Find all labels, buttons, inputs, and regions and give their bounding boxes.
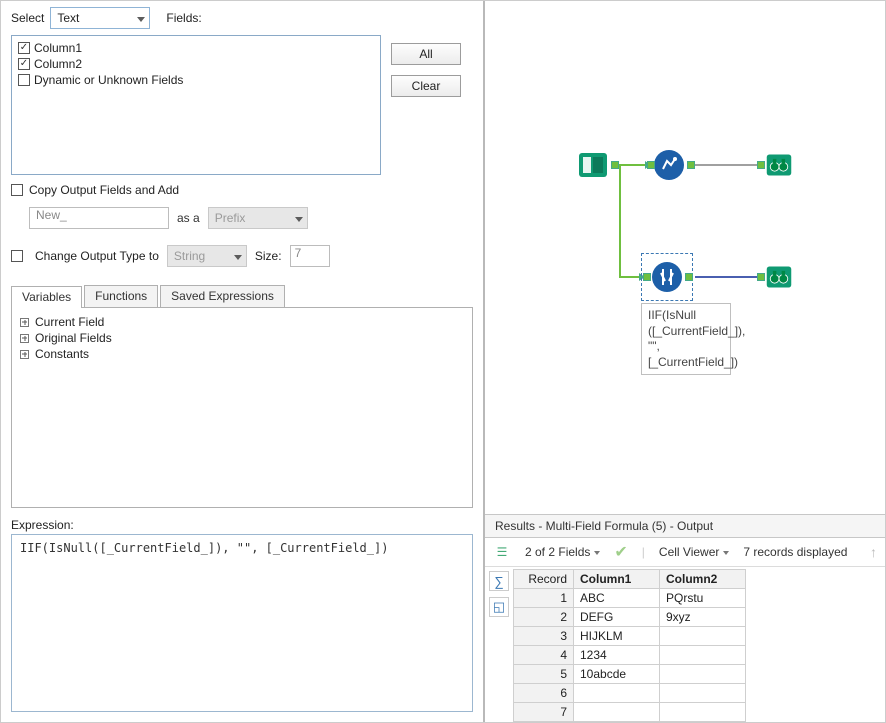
fields-list[interactable]: Column1 Column2 Dynamic or Unknown Field… xyxy=(11,35,381,175)
type-select[interactable]: Text xyxy=(50,7,150,29)
chevron-down-icon xyxy=(723,551,729,555)
output-type-select: String xyxy=(167,245,247,267)
check-icon[interactable]: ✔ xyxy=(614,542,627,562)
tree-node[interactable]: Constants xyxy=(20,346,464,362)
sigma-icon[interactable]: ∑ xyxy=(489,571,509,591)
results-toolbar: ☰ 2 of 2 Fields ✔ | Cell Viewer 7 record… xyxy=(485,538,885,567)
annot-line: [_CurrentField_]) xyxy=(648,355,724,371)
input-tool-icon[interactable] xyxy=(577,149,609,181)
table-row: 6 xyxy=(514,684,746,703)
table-row: 7 xyxy=(514,703,746,722)
expression-tabs: Variables Functions Saved Expressions xyxy=(11,285,473,308)
field-label: Dynamic or Unknown Fields xyxy=(34,73,183,87)
connector-out[interactable] xyxy=(685,273,693,281)
change-type-checkbox[interactable] xyxy=(11,250,23,262)
connection-line xyxy=(619,164,647,166)
clear-button[interactable]: Clear xyxy=(391,75,461,97)
size-label: Size: xyxy=(255,249,282,263)
plus-icon[interactable] xyxy=(20,318,29,327)
select-label: Select xyxy=(11,11,44,25)
tab-variables[interactable]: Variables xyxy=(11,286,82,308)
checkbox-icon[interactable] xyxy=(18,42,30,54)
browse-tool-icon[interactable] xyxy=(763,261,795,293)
table-row: 2DEFG9xyz xyxy=(514,608,746,627)
browse-tool-icon[interactable] xyxy=(763,149,795,181)
tree-node[interactable]: Current Field xyxy=(20,314,464,330)
prefix-text-input[interactable]: New_ xyxy=(29,207,169,229)
connection-line xyxy=(695,164,759,166)
node-annotation: IIF(IsNull ([_CurrentField_]), "", [_Cur… xyxy=(641,303,731,375)
results-grid[interactable]: Record Column1 Column2 1ABCPQrstu 2DEFG9… xyxy=(513,569,746,722)
right-panel: IIF(IsNull ([_CurrentField_]), "", [_Cur… xyxy=(485,1,885,722)
tree-node[interactable]: Original Fields xyxy=(20,330,464,346)
connection-line xyxy=(619,276,641,278)
page-icon[interactable]: ◱ xyxy=(489,597,509,617)
col-column1[interactable]: Column1 xyxy=(574,570,660,589)
prefix-mode-value: Prefix xyxy=(215,211,246,225)
chevron-down-icon xyxy=(234,249,242,263)
field-item[interactable]: Column1 xyxy=(18,40,374,56)
fields-label: Fields: xyxy=(166,11,201,25)
config-panel: Select Text Fields: Column1 Column2 D xyxy=(1,1,485,722)
field-label: Column2 xyxy=(34,57,82,71)
cleanse-tool-icon[interactable] xyxy=(653,149,685,181)
results-panel: Results - Multi-Field Formula (5) - Outp… xyxy=(485,514,885,722)
connector-out[interactable] xyxy=(687,161,695,169)
divider: | xyxy=(642,545,645,559)
change-type-label: Change Output Type to xyxy=(35,249,159,263)
annot-line: IIF(IsNull xyxy=(648,308,724,324)
size-input[interactable]: 7 xyxy=(290,245,330,267)
col-column2[interactable]: Column2 xyxy=(660,570,746,589)
field-item[interactable]: Column2 xyxy=(18,56,374,72)
connector-in[interactable] xyxy=(647,161,655,169)
checkbox-icon[interactable] xyxy=(18,58,30,70)
checkbox-icon[interactable] xyxy=(18,74,30,86)
output-type-value: String xyxy=(174,249,205,263)
connector-out[interactable] xyxy=(611,161,619,169)
all-button[interactable]: All xyxy=(391,43,461,65)
fields-summary[interactable]: 2 of 2 Fields xyxy=(525,545,600,559)
results-title: Results - Multi-Field Formula (5) - Outp… xyxy=(485,514,885,538)
expression-label: Expression: xyxy=(11,518,473,532)
type-select-value: Text xyxy=(57,11,79,25)
connector-in[interactable] xyxy=(757,273,765,281)
plus-icon[interactable] xyxy=(20,334,29,343)
col-record[interactable]: Record xyxy=(514,570,574,589)
grid-sidebar: ∑ ◱ xyxy=(485,567,513,722)
chevron-down-icon xyxy=(594,551,600,555)
table-row: 3HIJKLM xyxy=(514,627,746,646)
as-a-label: as a xyxy=(177,211,200,225)
connection-line xyxy=(695,276,759,278)
variables-tree[interactable]: Current Field Original Fields Constants xyxy=(11,308,473,508)
formula-tool-icon[interactable] xyxy=(651,261,683,293)
workflow-canvas[interactable]: IIF(IsNull ([_CurrentField_]), "", [_Cur… xyxy=(485,1,885,514)
table-row: 510abcde xyxy=(514,665,746,684)
connection-line xyxy=(619,164,621,276)
prefix-mode-select: Prefix xyxy=(208,207,308,229)
copy-checkbox[interactable] xyxy=(11,184,23,196)
annot-line: ([_CurrentField_]), xyxy=(648,324,724,340)
connector-in[interactable] xyxy=(757,161,765,169)
arrow-up-icon[interactable]: ↑ xyxy=(870,544,877,560)
app-window: Select Text Fields: Column1 Column2 D xyxy=(0,0,886,723)
list-icon[interactable]: ☰ xyxy=(493,543,511,561)
tab-saved[interactable]: Saved Expressions xyxy=(160,285,285,307)
annot-line: "", xyxy=(648,339,724,355)
records-summary: 7 records displayed xyxy=(743,545,847,559)
plus-icon[interactable] xyxy=(20,350,29,359)
connector-in[interactable] xyxy=(643,273,651,281)
tab-functions[interactable]: Functions xyxy=(84,285,158,307)
expression-editor[interactable]: IIF(IsNull([_CurrentField_]), "", [_Curr… xyxy=(11,534,473,712)
chevron-down-icon xyxy=(137,11,145,25)
table-row: 1ABCPQrstu xyxy=(514,589,746,608)
table-row: 41234 xyxy=(514,646,746,665)
chevron-down-icon xyxy=(295,211,303,225)
field-item[interactable]: Dynamic or Unknown Fields xyxy=(18,72,374,88)
cell-viewer-menu[interactable]: Cell Viewer xyxy=(659,545,729,559)
field-label: Column1 xyxy=(34,41,82,55)
copy-label: Copy Output Fields and Add xyxy=(29,183,179,197)
